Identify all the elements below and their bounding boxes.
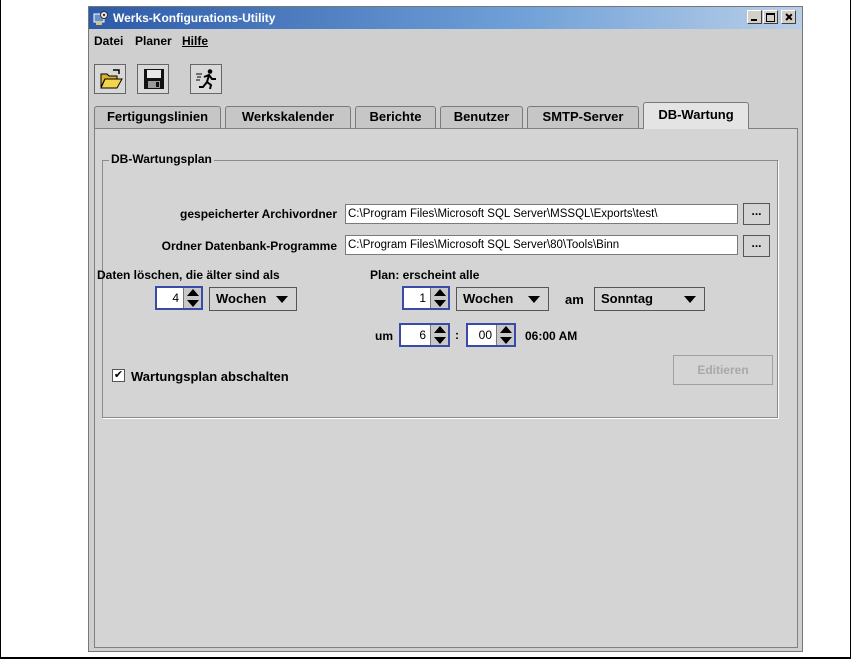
hour-spinner[interactable]: 6: [399, 323, 450, 347]
chevron-down-icon: [528, 296, 540, 303]
db-programs-label: Ordner Datenbank-Programme: [161, 239, 337, 253]
time-colon: :: [455, 328, 459, 342]
delete-unit-combo[interactable]: Wochen: [209, 287, 297, 311]
tab-db-wartung[interactable]: DB-Wartung: [643, 102, 749, 129]
close-button[interactable]: [781, 10, 796, 24]
spinner-arrows-icon[interactable]: [183, 288, 201, 308]
minimize-button[interactable]: [747, 10, 762, 24]
archive-folder-field[interactable]: C:\Program Files\Microsoft SQL Server\MS…: [345, 204, 738, 224]
exit-running-man-icon: [196, 69, 216, 90]
tab-werkskalender[interactable]: Werkskalender: [225, 106, 351, 128]
edit-button[interactable]: Editieren: [673, 355, 773, 385]
weekday-combo[interactable]: Sonntag: [594, 287, 705, 311]
delete-older-label: Daten löschen, die älter sind als: [97, 268, 280, 282]
minute-value: 00: [478, 328, 492, 342]
chevron-down-icon: [684, 296, 696, 303]
open-folder-icon: [100, 69, 123, 89]
menu-datei[interactable]: Datei: [94, 34, 123, 48]
plan-interval-spinner[interactable]: 1: [402, 286, 450, 310]
db-programs-field[interactable]: C:\Program Files\Microsoft SQL Server\80…: [345, 235, 738, 255]
am-label: am: [565, 292, 584, 307]
plan-unit-combo[interactable]: Wochen: [456, 287, 549, 311]
open-button[interactable]: [94, 64, 126, 94]
menu-planer[interactable]: Planer: [135, 34, 172, 48]
um-label: um: [375, 329, 393, 343]
delete-unit-value: Wochen: [216, 291, 267, 306]
minute-spinner[interactable]: 00: [466, 323, 516, 347]
tab-fertigungslinien[interactable]: Fertigungslinien: [94, 106, 221, 128]
exit-button[interactable]: [190, 64, 222, 94]
tab-berichte[interactable]: Berichte: [355, 106, 436, 128]
plan-interval-value: 1: [419, 291, 426, 305]
disable-plan-label[interactable]: Wartungsplan abschalten: [131, 369, 289, 384]
db-programs-browse-button[interactable]: ...: [743, 235, 770, 257]
title-bar[interactable]: Werks-Konfigurations-Utility: [89, 7, 802, 29]
archive-folder-label: gespeicherter Archivordner: [180, 207, 337, 221]
archive-browse-button[interactable]: ...: [743, 203, 770, 225]
spinner-arrows-icon[interactable]: [496, 325, 514, 345]
delete-age-value: 4: [172, 291, 179, 305]
group-title: DB-Wartungsplan: [109, 152, 214, 166]
app-window: Werks-Konfigurations-Utility Datei Plane…: [88, 6, 803, 652]
maximize-button[interactable]: [763, 10, 778, 24]
tab-benutzer[interactable]: Benutzer: [440, 106, 523, 128]
tab-smtp-server[interactable]: SMTP-Server: [527, 106, 639, 128]
plan-interval-label: Plan: erscheint alle: [370, 268, 480, 282]
app-icon: [93, 11, 108, 25]
hour-value: 6: [419, 328, 426, 342]
delete-age-spinner[interactable]: 4: [155, 286, 203, 310]
chevron-down-icon: [276, 296, 288, 303]
time-display: 06:00 AM: [525, 329, 578, 343]
save-disk-icon: [144, 69, 164, 89]
frame-left-border: [0, 0, 1, 659]
window-title: Werks-Konfigurations-Utility: [113, 11, 276, 25]
spinner-arrows-icon[interactable]: [430, 325, 448, 345]
save-button[interactable]: [137, 64, 169, 94]
weekday-value: Sonntag: [601, 291, 653, 306]
spinner-arrows-icon[interactable]: [430, 288, 448, 308]
disable-plan-checkbox[interactable]: ✔: [112, 369, 125, 382]
menu-hilfe[interactable]: Hilfe: [182, 34, 208, 48]
plan-unit-value: Wochen: [463, 291, 514, 306]
